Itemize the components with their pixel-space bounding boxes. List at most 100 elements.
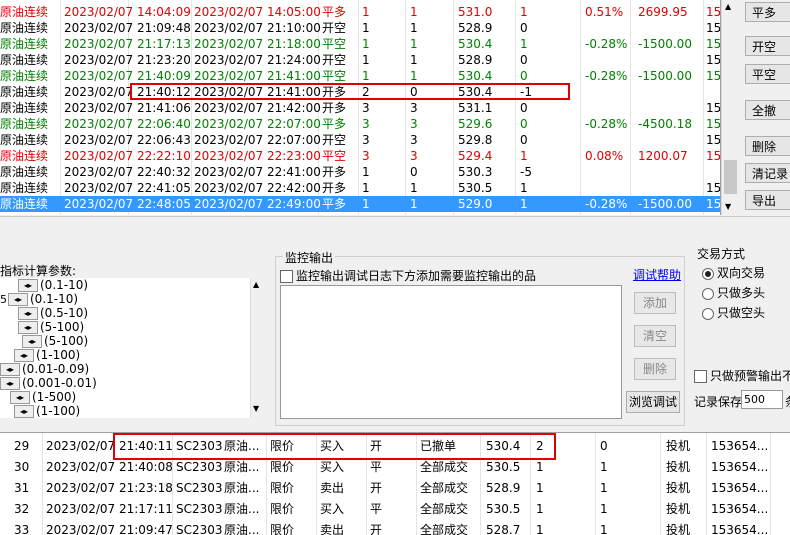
warn-only-checkbox[interactable]: 只做预警输出不 [694,367,790,384]
radio-icon[interactable] [702,267,714,280]
scroll-up-icon[interactable]: ▲ [253,280,259,289]
param-value[interactable]: 5 [0,293,8,307]
cell-tail: 15 [706,181,720,195]
radio-icon[interactable] [702,307,714,320]
cell-code: SC2303 [176,439,223,453]
spin-arrows-icon[interactable]: ◂▸ [8,293,28,306]
spin-arrows-icon[interactable]: ◂▸ [18,307,38,320]
table-row[interactable]: 原油连续 2023/02/07 22:06:43 2023/02/07 22:07:… [0,132,720,148]
cell-name: 原油连续 [0,197,49,211]
table-row[interactable]: 31 2023/02/07 21:23:18 SC2303 原油... 限价 卖出 开 全部成… [0,478,790,499]
cell-act: 平多 [322,117,347,131]
table-row[interactable]: 32 2023/02/07 21:17:11 SC2303 原油... 限价 买入 平 全部成… [0,499,790,520]
table-row[interactable]: 29 2023/02/07 21:40:11 SC2303 原油... 限价 买入 开 已撤单… [0,436,790,457]
browse-debug-button[interactable]: 浏览调试 [626,391,680,413]
close-short-button[interactable]: 平空 [745,64,790,84]
trade-signal-table[interactable]: 原油连续 2023/02/07 14:04:09 2023/02/07 14:05:… [0,0,721,215]
monitor-checkbox-label: 监控输出调试日志下方添加需要监控输出的品 [296,269,537,283]
cell-n: 1 [520,5,528,19]
param-row[interactable]: ◂▸ (1-100) [0,404,80,418]
spin-arrows-icon[interactable]: ◂▸ [0,363,20,376]
param-row[interactable]: ◂▸ (0.5-10) [0,306,88,320]
table-row[interactable]: 原油连续 2023/02/07 21:23:20 2023/02/07 21:24:… [0,52,720,68]
clear-records-button[interactable]: 清记录 [745,163,790,183]
cell-time: 2023/02/07 21:17:11 [46,502,172,516]
export-button[interactable]: 导出 [745,190,790,210]
table-row[interactable]: 33 2023/02/07 21:09:47 SC2303 原油... 限价 卖出 开 全部成… [0,520,790,535]
cell-t2: 2023/02/07 21:10:00 [194,21,320,35]
monitor-checkbox[interactable]: 监控输出调试日志下方添加需要监控输出的品 [280,267,536,284]
delete-button[interactable]: 删除 [634,358,676,380]
cell-hedge: 投机 [666,502,691,516]
table-row[interactable]: 原油连续 2023/02/07 21:41:06 2023/02/07 21:42:… [0,100,720,116]
table-row[interactable]: 原油连续 2023/02/07 22:40:32 2023/02/07 22:41:… [0,164,720,180]
param-range: (0.1-10) [30,292,79,306]
checkbox-icon[interactable] [280,270,293,283]
cell-q2: 1 [410,37,418,51]
monitor-output-box[interactable] [280,285,622,419]
cell-pnl: -1500.00 [638,197,692,211]
table-row[interactable]: 原油连续 2023/02/07 22:48:05 2023/02/07 22:49:… [0,196,720,212]
table-row[interactable]: 原油连续 2023/02/07 21:40:09 2023/02/07 21:41:… [0,68,720,84]
cell-pct: -0.28% [585,197,628,211]
cell-oc: 开 [370,439,383,453]
param-row[interactable]: ◂▸ (5-100) [0,320,84,334]
param-row[interactable]: 32◂▸(0.01-0.09) [0,362,89,376]
keep-records-input[interactable]: 500 [741,390,783,409]
scroll-thumb[interactable] [724,160,737,194]
checkbox-icon[interactable] [694,370,707,383]
trade-mode-label: 只做多头 [717,286,766,300]
cell-price: 530.4 [458,85,493,99]
order-table[interactable]: 29 2023/02/07 21:40:11 SC2303 原油... 限价 买入开已撤单… [0,432,790,535]
table-row[interactable]: 原油连续 2023/02/07 22:41:05 2023/02/07 22:42:… [0,180,720,196]
table-row[interactable]: 原油连续 2023/02/07 14:04:09 2023/02/07 14:05:… [0,4,720,20]
debug-help-link[interactable]: 调试帮助 [633,266,681,283]
spin-arrows-icon[interactable]: ◂▸ [10,391,30,404]
table-row[interactable]: 原油连续 2023/02/07 22:22:10 2023/02/07 22:23:… [0,148,720,164]
table-row[interactable]: 原油连续 2023/02/07 21:40:12 2023/02/07 21:41:… [0,84,720,100]
add-button[interactable]: 添加 [634,292,676,314]
table-row[interactable]: 原油连续 2023/02/07 21:09:48 2023/02/07 21:10:… [0,20,720,36]
cell-pnl: 1200.07 [638,149,688,163]
trade-mode-option[interactable]: 只做多头 [702,284,765,301]
param-row[interactable]: 02◂▸(0.001-0.01) [0,376,97,390]
scroll-down-icon[interactable]: ▼ [253,404,259,413]
param-range: (5-100) [40,320,85,334]
spin-arrows-icon[interactable]: ◂▸ [18,279,38,292]
spin-arrows-icon[interactable]: ◂▸ [18,321,38,334]
params-scrollbar[interactable]: ▲ ▼ [250,278,265,418]
cell-oc: 开 [370,481,383,495]
open-short-button[interactable]: 开空 [745,36,790,56]
param-row[interactable]: 5 ◂▸ (0.1-10) [0,292,78,306]
param-row[interactable]: ◂▸ (1-500) [0,390,76,404]
radio-icon[interactable] [702,287,714,300]
delete-button[interactable]: 删除 [745,136,790,156]
cell-tail: 15 [706,37,720,51]
scroll-down-icon[interactable]: ▼ [725,202,731,211]
param-row[interactable]: ◂▸ (0.1-10) [0,278,88,292]
param-row[interactable]: ◂▸ (1-100) [0,348,80,362]
cell-t1: 2023/02/07 22:06:43 [64,133,190,147]
scroll-up-icon[interactable]: ▲ [725,2,731,11]
cancel-all-button[interactable]: 全撤 [745,100,790,120]
trade-mode-option[interactable]: 双向交易 [702,264,765,281]
trade-mode-option[interactable]: 只做空头 [702,304,765,321]
top-table-scrollbar[interactable]: ▲ ▼ [721,0,739,215]
cell-tail: 15 [706,53,720,67]
spin-arrows-icon[interactable]: ◂▸ [22,335,42,348]
spin-arrows-icon[interactable]: ◂▸ [0,377,20,390]
table-row[interactable]: 30 2023/02/07 21:40:08 SC2303 原油... 限价 买入 平 全部成… [0,457,790,478]
close-long-button[interactable]: 平多 [745,2,790,22]
cell-pct: 0.51% [585,5,624,19]
spin-arrows-icon[interactable]: ◂▸ [14,405,34,418]
params-list[interactable]: ◂▸ (0.1-10) 5 ◂▸ (0.1-10) ◂▸ (0.5-10) ◂▸ (5-100)… [0,278,250,418]
table-row[interactable]: 原油连续 2023/02/07 21:17:13 2023/02/07 21:18:… [0,36,720,52]
cell-dir: 买入 [320,439,345,453]
param-range: (0.5-10) [40,306,89,320]
table-row[interactable]: 原油连续 2023/02/07 22:06:40 2023/02/07 22:07:… [0,116,720,132]
cell-tail: 15 [706,133,720,147]
cell-hedge: 投机 [666,439,691,453]
clear-button[interactable]: 清空 [634,325,676,347]
param-row[interactable]: ◂▸ (5-100) [0,334,88,348]
spin-arrows-icon[interactable]: ◂▸ [14,349,34,362]
